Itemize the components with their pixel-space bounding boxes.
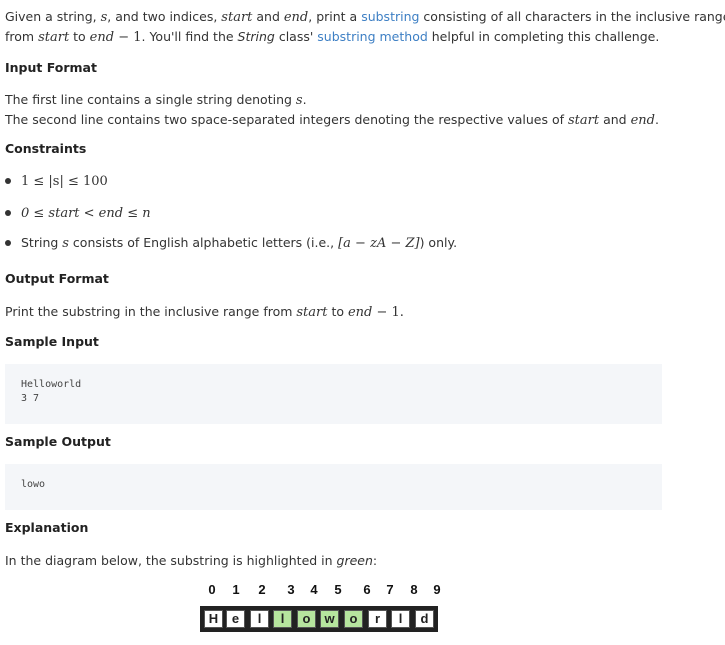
diagram-cell-highlighted: o xyxy=(344,610,363,628)
input-text: . xyxy=(302,92,307,107)
math-end: end xyxy=(630,113,655,128)
diagram-cell-highlighted: w xyxy=(320,610,339,628)
diagram-index: 7 xyxy=(386,582,394,597)
output-text: Print the substring in the inclusive ran… xyxy=(5,304,297,319)
intro-text: , print a xyxy=(308,9,362,24)
constraint-text: consists of English alphabetic letters (… xyxy=(68,235,339,250)
intro-text: to xyxy=(69,29,90,44)
bullet-icon xyxy=(5,239,11,246)
diagram-cell-highlighted: l xyxy=(273,610,292,628)
intro-line-1: Given a string, s, and two indices, star… xyxy=(5,7,725,27)
diagram-cell: H xyxy=(204,610,223,628)
sample-input-block: Helloworld 3 7 xyxy=(5,364,662,424)
diagram-character-row: Helloworld xyxy=(200,606,438,632)
constraint-text: 0 ≤ start < end ≤ n xyxy=(21,206,151,221)
diagram-index: 4 xyxy=(310,582,318,597)
input-text: The first line contains a single string … xyxy=(5,92,296,107)
substring-link[interactable]: substring xyxy=(361,9,419,24)
math-start: start xyxy=(568,113,600,128)
constraint-item: String s consists of English alphabetic … xyxy=(5,234,457,253)
diagram-cell: l xyxy=(391,610,410,628)
intro-text: consisting of all characters in the incl… xyxy=(419,9,725,24)
math-end: end xyxy=(89,30,115,45)
output-format-heading: Output Format xyxy=(5,271,109,286)
diagram-cell: l xyxy=(250,610,269,628)
diagram-index: 0 xyxy=(208,582,216,597)
intro-text: from xyxy=(5,29,39,44)
diagram-index-row: 0 1 2 34 5 67 89 xyxy=(205,582,441,600)
diagram-index: 8 xyxy=(410,582,418,597)
math-range: [a − zA − Z] xyxy=(338,236,420,251)
math-end: end xyxy=(283,10,309,25)
math-s: s xyxy=(62,236,69,251)
input-format-heading: Input Format xyxy=(5,60,97,75)
constraint-item: 0 ≤ start < end ≤ n xyxy=(5,204,151,223)
green-word: green xyxy=(336,553,373,568)
intro-text: . You'll find the xyxy=(141,29,238,44)
math-end: end xyxy=(347,305,373,320)
intro-text: Given a string, xyxy=(5,9,101,24)
math-minus-one: − 1. xyxy=(372,305,404,320)
intro-text: class' xyxy=(274,29,318,44)
sample-output-heading: Sample Output xyxy=(5,434,111,449)
input-text: and xyxy=(599,112,631,127)
intro-text: helpful in completing this challenge. xyxy=(427,29,660,44)
constraint-text: String xyxy=(21,235,63,250)
explanation-text: : xyxy=(372,553,378,568)
math-minus-one: − 1 xyxy=(114,30,142,45)
problem-statement: Given a string, s , and two indices, star… xyxy=(0,0,725,645)
math-start: start xyxy=(38,30,70,45)
explanation-heading: Explanation xyxy=(5,520,89,535)
constraint-text: ) only. xyxy=(419,235,458,250)
intro-text: , and two indices, xyxy=(107,9,222,24)
input-format-paragraph: The first line contains a single string … xyxy=(5,90,659,130)
diagram-cell: d xyxy=(415,610,434,628)
sample-input-heading: Sample Input xyxy=(5,334,99,349)
constraint-item: 1 ≤ |s| ≤ 100 xyxy=(5,172,108,191)
constraint-text: 1 ≤ |s| ≤ 100 xyxy=(21,174,108,189)
math-start: start xyxy=(296,305,328,320)
diagram-cell: e xyxy=(226,610,245,628)
output-format-paragraph: Print the substring in the inclusive ran… xyxy=(5,302,404,322)
math-start: start xyxy=(221,10,253,25)
diagram-index: 6 xyxy=(363,582,371,597)
diagram-index: 5 xyxy=(334,582,342,597)
explanation-text: In the diagram below, the substring is h… xyxy=(5,553,337,568)
string-class-name: String xyxy=(237,29,275,44)
input-text: The second line contains two space-separ… xyxy=(5,112,568,127)
constraints-heading: Constraints xyxy=(5,141,87,156)
sample-input-code: Helloworld 3 7 xyxy=(21,379,82,404)
explanation-paragraph: In the diagram below, the substring is h… xyxy=(5,551,377,570)
diagram-index: 3 xyxy=(287,582,295,597)
math-s: s xyxy=(295,93,303,108)
diagram-index: 1 xyxy=(232,582,240,597)
bullet-icon xyxy=(5,209,11,216)
sample-output-code: lowo xyxy=(21,479,46,490)
diagram-index: 9 xyxy=(433,582,441,597)
input-text: . xyxy=(654,112,659,127)
sample-output-block: lowo xyxy=(5,464,662,510)
diagram-index: 2 xyxy=(258,582,266,597)
diagram-cell: r xyxy=(368,610,387,628)
diagram-cell-highlighted: o xyxy=(297,610,316,628)
bullet-icon xyxy=(5,177,11,184)
intro-line-2: from start to end − 1. You'll find the S… xyxy=(5,27,725,47)
substring-method-link[interactable]: substring method xyxy=(317,29,428,44)
intro-paragraph: Given a string, s, and two indices, star… xyxy=(5,7,725,47)
output-text: to xyxy=(327,304,348,319)
input-line-2: The second line contains two space-separ… xyxy=(5,110,659,130)
input-line-1: The first line contains a single string … xyxy=(5,90,659,110)
intro-text: and xyxy=(252,9,284,24)
